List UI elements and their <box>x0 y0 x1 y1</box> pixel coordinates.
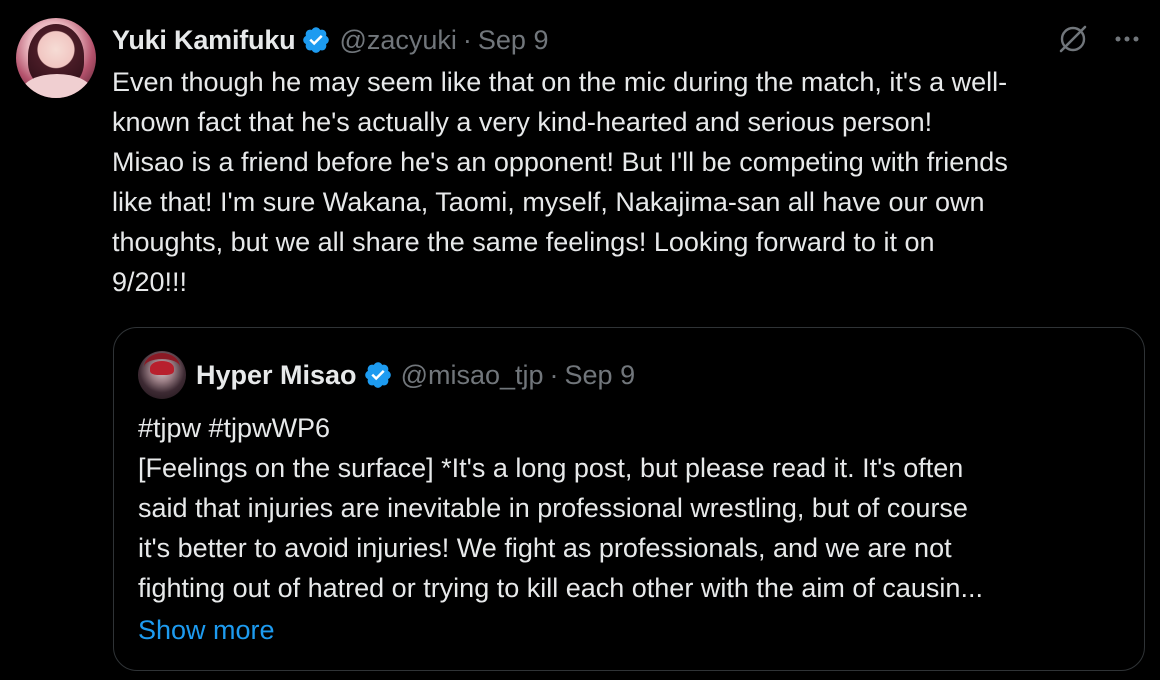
verified-badge-icon[interactable] <box>363 360 393 390</box>
quoted-tweet-date[interactable]: Sep 9 <box>565 360 636 391</box>
author-name[interactable]: Yuki Kamifuku <box>112 25 296 56</box>
tweet-header: Yuki Kamifuku @zacyuki · Sep 9 <box>112 20 548 60</box>
verified-badge-icon[interactable] <box>301 25 331 55</box>
tweet-date[interactable]: Sep 9 <box>478 25 549 56</box>
quoted-tweet-card[interactable]: Hyper Misao @misao_tjp · Sep 9 #tjpw #tj… <box>113 327 1145 671</box>
more-icon[interactable] <box>1112 24 1142 54</box>
grok-icon[interactable] <box>1056 22 1090 56</box>
tweet[interactable]: Yuki Kamifuku @zacyuki · Sep 9 Even thou <box>0 0 1160 680</box>
header-separator: · <box>462 24 472 55</box>
author-avatar[interactable] <box>16 18 96 98</box>
show-more-link[interactable]: Show more <box>138 610 275 650</box>
quoted-header-separator: · <box>549 359 559 390</box>
avatar-shoulder <box>22 74 92 98</box>
quoted-author-handle[interactable]: @misao_tjp <box>401 360 544 391</box>
avatar-mask <box>150 361 174 375</box>
author-handle[interactable]: @zacyuki <box>339 25 456 56</box>
tweet-text: Even though he may seem like that on the… <box>112 67 1008 297</box>
tweet-actions-top <box>1056 22 1142 56</box>
quoted-tweet-text: #tjpw #tjpwWP6 [Feelings on the surface]… <box>138 413 983 603</box>
quoted-author-avatar[interactable] <box>138 351 186 399</box>
quoted-tweet-header: Hyper Misao @misao_tjp · Sep 9 <box>196 355 635 395</box>
quoted-author-name[interactable]: Hyper Misao <box>196 360 357 391</box>
